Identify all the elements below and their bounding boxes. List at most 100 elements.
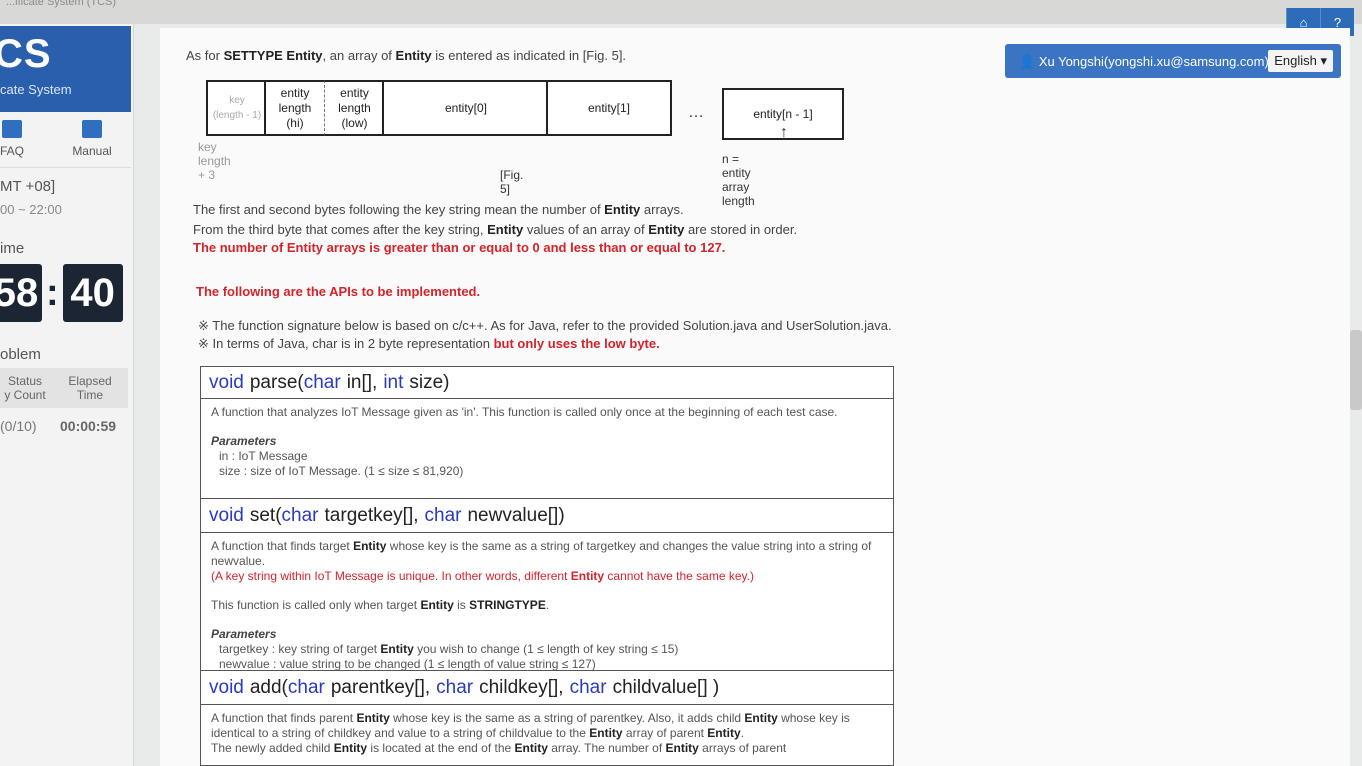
function-name: add(: [249, 676, 288, 698]
red-text: The following are the APIs to be impleme…: [196, 284, 481, 299]
param-line: size : size of IoT Message. (1 ≤ size ≤ …: [219, 464, 464, 478]
text: whose key is the same as a string of par…: [389, 711, 745, 725]
vertical-scrollbar[interactable]: [1350, 330, 1362, 410]
text: ※ In terms of Java, char is in 2 byte re…: [198, 336, 494, 351]
quick-links: FAQ Manual: [0, 116, 131, 168]
language-value: English: [1274, 53, 1317, 68]
text: arrays.: [640, 202, 684, 217]
add-description: A function that finds parent Entity whos…: [201, 705, 893, 766]
param-text: in[],: [346, 371, 378, 393]
manual-label: Manual: [72, 144, 112, 158]
faq-link[interactable]: FAQ: [0, 120, 30, 158]
user-email: Xu Yongshi(yongshi.xu@samsung.com): [1038, 54, 1269, 69]
param-text: targetkey[],: [324, 504, 419, 526]
api-table: void parse(char in[], int size) A function …: [200, 366, 894, 766]
parameters-title: Parameters: [211, 627, 277, 641]
timezone-label: MT +08]: [0, 178, 56, 195]
text: A function that finds target: [211, 539, 354, 553]
array-length-note: n = entity array length: [722, 152, 755, 208]
keyword: void: [209, 371, 244, 393]
intro-sentence: As for SETTYPE Entity, an array of Entit…: [186, 48, 626, 63]
desc-line-3: The number of Entity arrays is greater t…: [193, 240, 725, 255]
text: you wish to change (1 ≤ length of key st…: [413, 642, 679, 656]
param-text: childkey[],: [479, 676, 564, 698]
text: is located at the end of the: [367, 741, 515, 755]
user-name[interactable]: 👤 Xu Yongshi(yongshi.xu@samsung.com): [1019, 54, 1269, 70]
note-1: ※ The function signature below is based …: [198, 318, 892, 333]
user-bar: 👤 Xu Yongshi(yongshi.xu@samsung.com) Eng…: [1005, 44, 1341, 78]
bold-text: Entity: [353, 539, 387, 553]
bold-text: Entity: [707, 726, 741, 740]
window-top-strip: ...ificate System (TCS) ⌂ ?: [0, 0, 1362, 36]
text: is: [453, 598, 470, 612]
keyword: char: [303, 371, 341, 393]
intro-text: is entered as indicated in [Fig. 5].: [431, 48, 627, 63]
problem-label: oblem: [0, 346, 41, 363]
elapsed-value: 00:00:59: [60, 418, 117, 434]
figure-caption: [Fig. 5]: [500, 168, 524, 196]
text: .: [545, 598, 550, 612]
apis-heading: The following are the APIs to be impleme…: [196, 284, 480, 299]
text: This function is called only when target: [211, 598, 421, 612]
bold-text: Entity: [420, 598, 454, 612]
problem-content: As for SETTYPE Entity, an array of Entit…: [160, 28, 1350, 766]
keyword: char: [281, 504, 319, 526]
intro-bold: Entity: [395, 48, 432, 63]
desc-line-1: The first and second bytes following the…: [193, 202, 684, 217]
param-line: newvalue : value string to be changed (1…: [219, 657, 596, 671]
description-text: A function that finds target Entity whos…: [211, 539, 883, 569]
brand-block[interactable]: CS cate System: [0, 26, 131, 112]
length-low-cell: entity length (low): [324, 80, 384, 136]
faq-icon: [2, 120, 22, 138]
text: values of an array of: [523, 222, 649, 237]
text: targetkey : key string of target: [219, 642, 381, 656]
faq-label: FAQ: [0, 144, 24, 158]
text: The newly added child: [211, 741, 334, 755]
key-length-note: key length + 3: [198, 140, 231, 182]
keyword: char: [436, 676, 474, 698]
text: are stored in order.: [684, 222, 798, 237]
bold-text: Entity: [570, 569, 605, 583]
keyword: void: [209, 676, 244, 698]
keyword: char: [424, 504, 462, 526]
param-line: targetkey : key string of target Entity …: [211, 642, 883, 657]
note-2: ※ In terms of Java, char is in 2 byte re…: [198, 336, 660, 352]
time-label: ime: [0, 240, 25, 257]
brand-subtitle: cate System: [0, 82, 72, 97]
set-signature: void set(char targetkey[], char newvalue[]): [201, 499, 893, 533]
desc-line-2: From the third byte that comes after the…: [193, 222, 797, 237]
unique-key-note: (A key string within IoT Message is uniq…: [211, 569, 883, 584]
param-text: parentkey[],: [330, 676, 431, 698]
set-description: A function that finds target Entity whos…: [201, 533, 893, 671]
entity0-cell: entity[0]: [382, 80, 548, 136]
parse-description: A function that analyzes IoT Message giv…: [201, 399, 893, 499]
brand-logo: CS: [0, 32, 52, 76]
manual-link[interactable]: Manual: [62, 120, 122, 158]
language-select[interactable]: English ▾: [1268, 50, 1333, 72]
text: arrays of parent: [698, 741, 787, 755]
time-range: 00 ~ 22:00: [0, 202, 62, 217]
keyword: int: [383, 371, 404, 393]
timer-minutes: 58: [0, 264, 42, 322]
book-icon: [82, 120, 102, 138]
text: (A key string within IoT Message is uniq…: [211, 569, 571, 583]
text: A function that finds parent: [211, 711, 357, 725]
intro-text: , an array of: [322, 48, 396, 63]
text: array of parent: [622, 726, 708, 740]
bold-text: Entity: [356, 711, 390, 725]
bold-text: Entity: [487, 222, 524, 237]
chevron-down-icon: ▾: [1320, 53, 1327, 68]
called-note: This function is called only when target…: [211, 598, 883, 613]
parse-signature: void parse(char in[], int size): [201, 367, 893, 399]
timer-colon: :: [46, 271, 59, 314]
function-name: set(: [249, 504, 282, 526]
bold-text: Entity: [380, 642, 414, 656]
intro-text: As for: [186, 48, 224, 63]
bold-text: Entity: [604, 202, 641, 217]
arrow-up-icon: ↑: [780, 124, 788, 141]
parameters-title: Parameters: [211, 434, 277, 448]
red-text: The number of Entity arrays is greater t…: [193, 240, 726, 255]
intro-bold: SETTYPE Entity: [223, 48, 323, 63]
left-sidebar: CS cate System FAQ Manual MT +08] 00 ~ 2…: [0, 24, 134, 766]
text: From the third byte that comes after the…: [193, 222, 488, 237]
